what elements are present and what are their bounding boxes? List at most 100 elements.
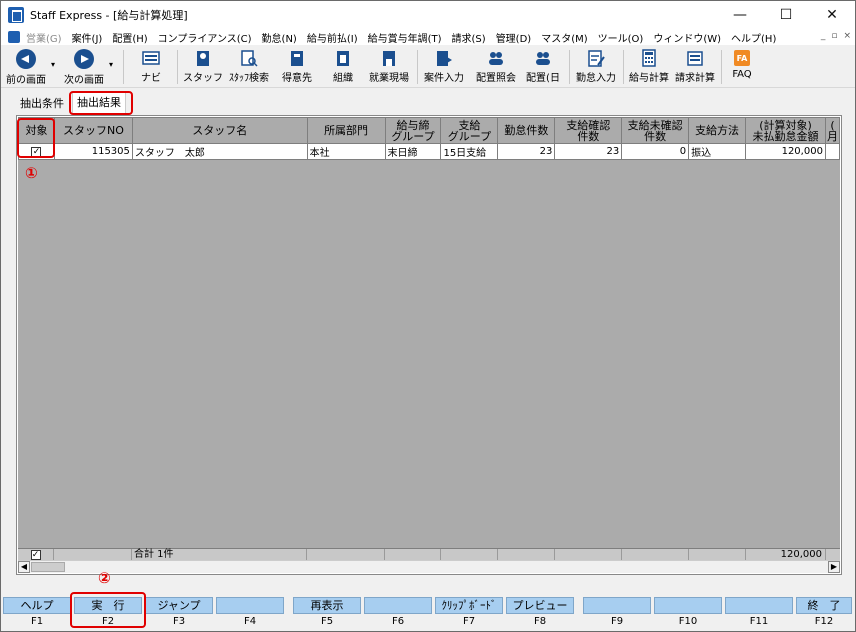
case-input-icon (437, 51, 452, 66)
customer-icon (291, 51, 303, 66)
prev-screen-label: 前の画面 (6, 75, 46, 86)
menu-haichi[interactable]: 配置(H) (112, 30, 147, 45)
minimize-button[interactable]: — (717, 1, 763, 29)
col-confirmed-count[interactable]: 支給確認 件数 (554, 117, 623, 144)
target-checkbox[interactable]: ✓ (31, 147, 42, 157)
col-department[interactable]: 所属部門 (306, 117, 386, 144)
f8-label: F8 (533, 616, 547, 627)
payroll-calc-button[interactable]: 給与計算 (627, 48, 671, 86)
chevron-down-icon[interactable]: ▾ (109, 60, 113, 69)
payment-method-cell: 振込 (688, 143, 747, 160)
f9-button[interactable] (583, 597, 651, 614)
f4-button[interactable] (216, 597, 284, 614)
toolbar-separator (177, 50, 178, 84)
faq-button[interactable]: FA FAQ (725, 48, 759, 86)
tab-results[interactable]: 抽出結果 (72, 92, 126, 114)
col-target[interactable]: 対象 (18, 117, 55, 144)
menu-kanri[interactable]: 管理(D) (496, 30, 532, 45)
payment-group-cell: 15日支給 (440, 143, 499, 160)
window-title: Staff Express - [給与計算処理] (30, 9, 188, 22)
placement-daily-button[interactable]: 配置(日 (521, 48, 565, 86)
f11-button[interactable] (725, 597, 793, 614)
mdi-minimize-button[interactable]: _ (821, 31, 826, 41)
col-unpaid-amount[interactable]: (計算対象) 未払勤怠金額 (745, 117, 826, 144)
refresh-button[interactable]: 再表示 (293, 597, 361, 614)
select-all-checkbox[interactable]: ✓ (30, 550, 41, 560)
next-screen-button[interactable]: 次の画面 (63, 48, 105, 86)
billing-calc-button[interactable]: 請求計算 (673, 48, 717, 86)
execute-button[interactable]: 実 行 (74, 597, 142, 614)
menu-bar: 営業(G) 案件(J) 配置(H) コンプライアンス(C) 勤怠(N) 給与前払… (1, 29, 855, 45)
col-unconfirmed-count[interactable]: 支給未確認 件数 (621, 117, 690, 144)
tab-conditions[interactable]: 抽出条件 (16, 94, 68, 114)
close-button[interactable]: ✕ (809, 1, 855, 29)
billing-calc-label: 請求計算 (675, 73, 715, 84)
calculator-icon (642, 49, 656, 67)
tab-bar: 抽出条件 抽出結果 (1, 89, 855, 115)
closing-group-cell: 末日締 (384, 143, 442, 160)
preview-button[interactable]: プレビュー (506, 597, 574, 614)
col-staff-no[interactable]: スタッフNO (53, 117, 133, 144)
placement-inquiry-label: 配置照会 (476, 73, 516, 84)
chevron-down-icon[interactable]: ▾ (51, 60, 55, 69)
f10-button[interactable] (654, 597, 722, 614)
customer-button[interactable]: 得意先 (277, 48, 317, 86)
exit-button[interactable]: 終 了 (796, 597, 852, 614)
scroll-thumb[interactable] (31, 562, 65, 572)
staff-search-button[interactable]: ｽﾀｯﾌ検索 (225, 48, 273, 86)
total-row: ✓ 合計 1件 120,000 (18, 548, 840, 561)
jump-button[interactable]: ジャンプ (145, 597, 213, 614)
attendance-count-cell: 23 (497, 143, 556, 160)
clipboard-button[interactable]: ｸﾘｯﾌﾟﾎﾞｰﾄﾞ (435, 597, 503, 614)
col-payment-group[interactable]: 支給 グループ (440, 117, 499, 144)
col-payment-method[interactable]: 支給方法 (688, 117, 747, 144)
scroll-left-icon[interactable]: ◀ (18, 561, 30, 573)
f6-button[interactable] (364, 597, 432, 614)
annotation-one: ① (25, 164, 38, 182)
menu-anken[interactable]: 案件(J) (72, 30, 103, 45)
navi-button[interactable]: ナビ (131, 48, 171, 86)
staff-button[interactable]: スタッフ (183, 48, 223, 86)
table-row[interactable]: ✓ 115305 スタッフ 太郎 本社 末日締 15日支給 23 23 0 振込… (18, 143, 840, 160)
col-attendance-count[interactable]: 勤怠件数 (497, 117, 556, 144)
horizontal-scrollbar[interactable]: ◀ ▶ (18, 560, 840, 573)
menu-maebarai[interactable]: 給与前払(I) (307, 30, 358, 45)
navi-label: ナビ (141, 73, 161, 84)
mdi-restore-button[interactable]: ▫ (831, 31, 837, 41)
menu-kyuyo[interactable]: 給与賞与年調(T) (368, 30, 442, 45)
staff-name-cell: スタッフ 太郎 (131, 143, 308, 160)
svg-text:FA: FA (737, 54, 749, 63)
confirmed-count-cell: 23 (554, 143, 623, 160)
attendance-input-button[interactable]: 勤怠入力 (573, 48, 619, 86)
prev-screen-button[interactable]: 前の画面 (5, 48, 47, 86)
f1-label: F1 (30, 616, 44, 627)
organization-button[interactable]: 組織 (323, 48, 363, 86)
department-cell: 本社 (306, 143, 386, 160)
menu-window[interactable]: ウィンドウ(W) (653, 30, 721, 45)
menu-seikyu[interactable]: 請求(S) (452, 30, 486, 45)
mdi-close-button[interactable]: × (843, 31, 851, 41)
organization-label: 組織 (333, 73, 353, 84)
col-month[interactable]: ( 月 (824, 117, 840, 144)
customer-label: 得意先 (282, 73, 312, 84)
col-staff-name[interactable]: スタッフ名 (131, 117, 308, 144)
target-cell[interactable]: ✓ (18, 143, 55, 160)
f2-label: F2 (101, 616, 115, 627)
help-button[interactable]: ヘルプ (3, 597, 71, 614)
unpaid-amount-cell: 120,000 (745, 143, 826, 160)
menu-help[interactable]: ヘルプ(H) (731, 30, 776, 45)
scroll-right-icon[interactable]: ▶ (828, 561, 840, 573)
app-icon (8, 7, 24, 23)
menu-master[interactable]: マスタ(M) (541, 30, 587, 45)
maximize-button[interactable]: ☐ (763, 1, 809, 29)
app-window: Staff Express - [給与計算処理] — ☐ ✕ 営業(G) 案件(… (0, 0, 856, 632)
menu-kintai[interactable]: 勤怠(N) (262, 30, 297, 45)
case-input-button[interactable]: 案件入力 (421, 48, 467, 86)
col-closing-group[interactable]: 給与締 グループ (384, 117, 442, 144)
attendance-icon (588, 50, 605, 67)
menu-compliance[interactable]: コンプライアンス(C) (158, 30, 252, 45)
document-icon[interactable] (8, 31, 20, 43)
menu-tool[interactable]: ツール(O) (598, 30, 644, 45)
placement-inquiry-button[interactable]: 配置照会 (473, 48, 519, 86)
worksite-button[interactable]: 就業現場 (365, 48, 413, 86)
